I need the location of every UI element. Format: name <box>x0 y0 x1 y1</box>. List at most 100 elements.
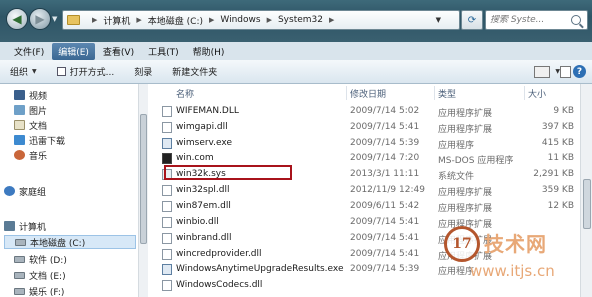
nav-item-label: 迅雷下载 <box>29 136 66 147</box>
open-with-icon <box>56 67 66 76</box>
search-box[interactable] <box>485 10 588 30</box>
dll-file-icon <box>162 233 172 244</box>
scrollbar-thumb[interactable] <box>583 179 591 229</box>
homegroup-icon <box>4 186 15 196</box>
file-size: 359 KB <box>541 185 574 195</box>
column-header-date[interactable]: 修改日期 <box>350 86 386 100</box>
file-type: 系统文件 <box>438 172 475 182</box>
watermark-logo: 17 <box>444 226 480 262</box>
file-size: 415 KB <box>541 138 574 148</box>
file-name: win87em.dll <box>176 201 231 211</box>
nav-item-label: 娱乐 (F:) <box>29 287 65 297</box>
drive-icon <box>15 238 26 246</box>
breadcrumb-separator-icon: ▶ <box>266 16 272 24</box>
table-row[interactable]: wimgapi.dll 2009/7/14 5:41 应用程序扩展 397 KB <box>148 120 592 135</box>
search-icon[interactable] <box>571 15 581 25</box>
back-button[interactable]: ◀ <box>6 8 28 30</box>
nav-item-label: 软件 (D:) <box>29 255 67 266</box>
exe-file-icon <box>162 264 172 275</box>
file-date: 2009/7/14 5:39 <box>350 264 420 274</box>
preview-pane-icon[interactable] <box>560 66 571 78</box>
breadcrumb-windows[interactable]: Windows <box>220 15 260 25</box>
column-divider[interactable] <box>524 86 525 100</box>
nav-item-pictures[interactable]: 图片 <box>14 103 148 117</box>
file-name: wimserv.exe <box>176 138 233 148</box>
breadcrumb-drive-c[interactable]: 本地磁盘 (C:) <box>148 14 203 27</box>
breadcrumb: ▶ 计算机 ▶ 本地磁盘 (C:) ▶ Windows ▶ System32 ▶ <box>86 14 340 27</box>
file-name: wincredprovider.dll <box>176 249 262 259</box>
breadcrumb-system32[interactable]: System32 <box>278 15 323 25</box>
exe-file-icon <box>162 138 172 149</box>
column-divider[interactable] <box>346 86 347 100</box>
change-view-icon[interactable] <box>534 66 550 78</box>
table-row[interactable]: WindowsCodecs.dll <box>148 278 592 293</box>
search-input[interactable] <box>490 15 568 25</box>
nav-item-label: 家庭组 <box>19 187 47 198</box>
file-date: 2009/7/14 5:02 <box>350 106 420 116</box>
nav-item-label: 音乐 <box>29 151 48 162</box>
file-name: WindowsCodecs.dll <box>176 280 263 290</box>
dll-file-icon <box>162 249 172 260</box>
file-size: 12 KB <box>547 201 574 211</box>
menu-help[interactable]: 帮助(H) <box>187 43 231 60</box>
menu-edit[interactable]: 编辑(E) <box>52 42 95 60</box>
command-bar: 组织 ▼ 打开方式... 刻录 新建文件夹 ▼ ? <box>0 60 592 84</box>
table-row[interactable]: win32spl.dll 2012/11/9 12:49 应用程序扩展 359 … <box>148 183 592 198</box>
open-with-button[interactable]: 打开方式... <box>56 65 115 78</box>
file-size: 9 KB <box>553 106 574 116</box>
organize-label: 组织 <box>10 68 29 78</box>
recent-pages-dropdown[interactable]: ▼ <box>52 15 60 23</box>
nav-item-label: 图片 <box>29 106 48 117</box>
file-date: 2009/7/14 5:41 <box>350 217 420 227</box>
column-header-name[interactable]: 名称 <box>176 86 194 100</box>
organize-button[interactable]: 组织 ▼ <box>10 65 37 78</box>
file-date: 2009/7/14 5:41 <box>350 233 420 243</box>
file-list-scrollbar[interactable] <box>580 84 592 297</box>
nav-item-videos[interactable]: 视频 <box>14 88 148 102</box>
navigation-scrollbar[interactable] <box>138 84 148 297</box>
menu-file[interactable]: 文件(F) <box>8 43 50 60</box>
table-row[interactable]: win87em.dll 2009/6/11 5:42 应用程序扩展 12 KB <box>148 199 592 214</box>
file-type: 应用程序扩展 <box>438 109 493 119</box>
breadcrumb-computer[interactable]: 计算机 <box>103 14 130 27</box>
menu-view[interactable]: 查看(V) <box>97 43 140 60</box>
nav-item-label: 文档 <box>29 121 48 132</box>
nav-item-drive-c[interactable]: 本地磁盘 (C:) <box>4 235 136 249</box>
nav-item-homegroup[interactable]: 家庭组 <box>4 184 138 198</box>
refresh-button[interactable]: ⟳ <box>461 10 483 30</box>
new-folder-button[interactable]: 新建文件夹 <box>172 65 217 78</box>
file-date: 2009/7/14 7:20 <box>350 153 420 163</box>
navigation-pane: 视频 图片 文档 迅雷下载 音乐 家庭组 计算机 本地磁盘 (C:) 软件 (D… <box>0 84 138 297</box>
help-icon[interactable]: ? <box>573 65 586 78</box>
menu-tools[interactable]: 工具(T) <box>142 43 185 60</box>
nav-item-drive-e[interactable]: 文档 (E:) <box>14 268 148 282</box>
address-dropdown-icon[interactable]: ▼ <box>436 16 441 24</box>
address-bar[interactable]: ▶ 计算机 ▶ 本地磁盘 (C:) ▶ Windows ▶ System32 ▶… <box>62 10 460 30</box>
column-divider[interactable] <box>434 86 435 100</box>
table-row[interactable]: win.com 2009/7/14 7:20 MS-DOS 应用程序 11 KB <box>148 151 592 166</box>
file-date: 2013/3/1 11:11 <box>350 169 420 179</box>
nav-item-label: 本地磁盘 (C:) <box>30 238 86 249</box>
nav-item-music[interactable]: 音乐 <box>14 148 148 162</box>
column-header-type[interactable]: 类型 <box>438 86 456 100</box>
burn-button[interactable]: 刻录 <box>134 65 152 78</box>
file-date: 2009/7/14 5:41 <box>350 249 420 259</box>
dll-file-icon <box>162 280 172 291</box>
nav-item-drive-f[interactable]: 娱乐 (F:) <box>14 284 148 297</box>
table-row[interactable]: WIFEMAN.DLL 2009/7/14 5:02 应用程序扩展 9 KB <box>148 104 592 119</box>
nav-item-computer[interactable]: 计算机 <box>4 219 138 233</box>
nav-item-thunder-downloads[interactable]: 迅雷下载 <box>14 133 148 147</box>
nav-item-drive-d[interactable]: 软件 (D:) <box>14 252 148 266</box>
open-with-label: 打开方式... <box>69 68 115 78</box>
file-name: WIFEMAN.DLL <box>176 106 239 116</box>
scrollbar-thumb[interactable] <box>140 114 147 244</box>
table-row[interactable]: wimserv.exe 2009/7/14 5:39 应用程序 415 KB <box>148 136 592 151</box>
file-size: 11 KB <box>547 153 574 163</box>
column-header-size[interactable]: 大小 <box>528 86 546 100</box>
file-date: 2009/7/14 5:41 <box>350 122 420 132</box>
dll-file-icon <box>162 201 172 212</box>
nav-item-documents[interactable]: 文档 <box>14 118 148 132</box>
file-type: 应用程序扩展 <box>438 204 493 214</box>
forward-button[interactable]: ▶ <box>29 8 51 30</box>
file-type: 应用程序 <box>438 141 475 151</box>
